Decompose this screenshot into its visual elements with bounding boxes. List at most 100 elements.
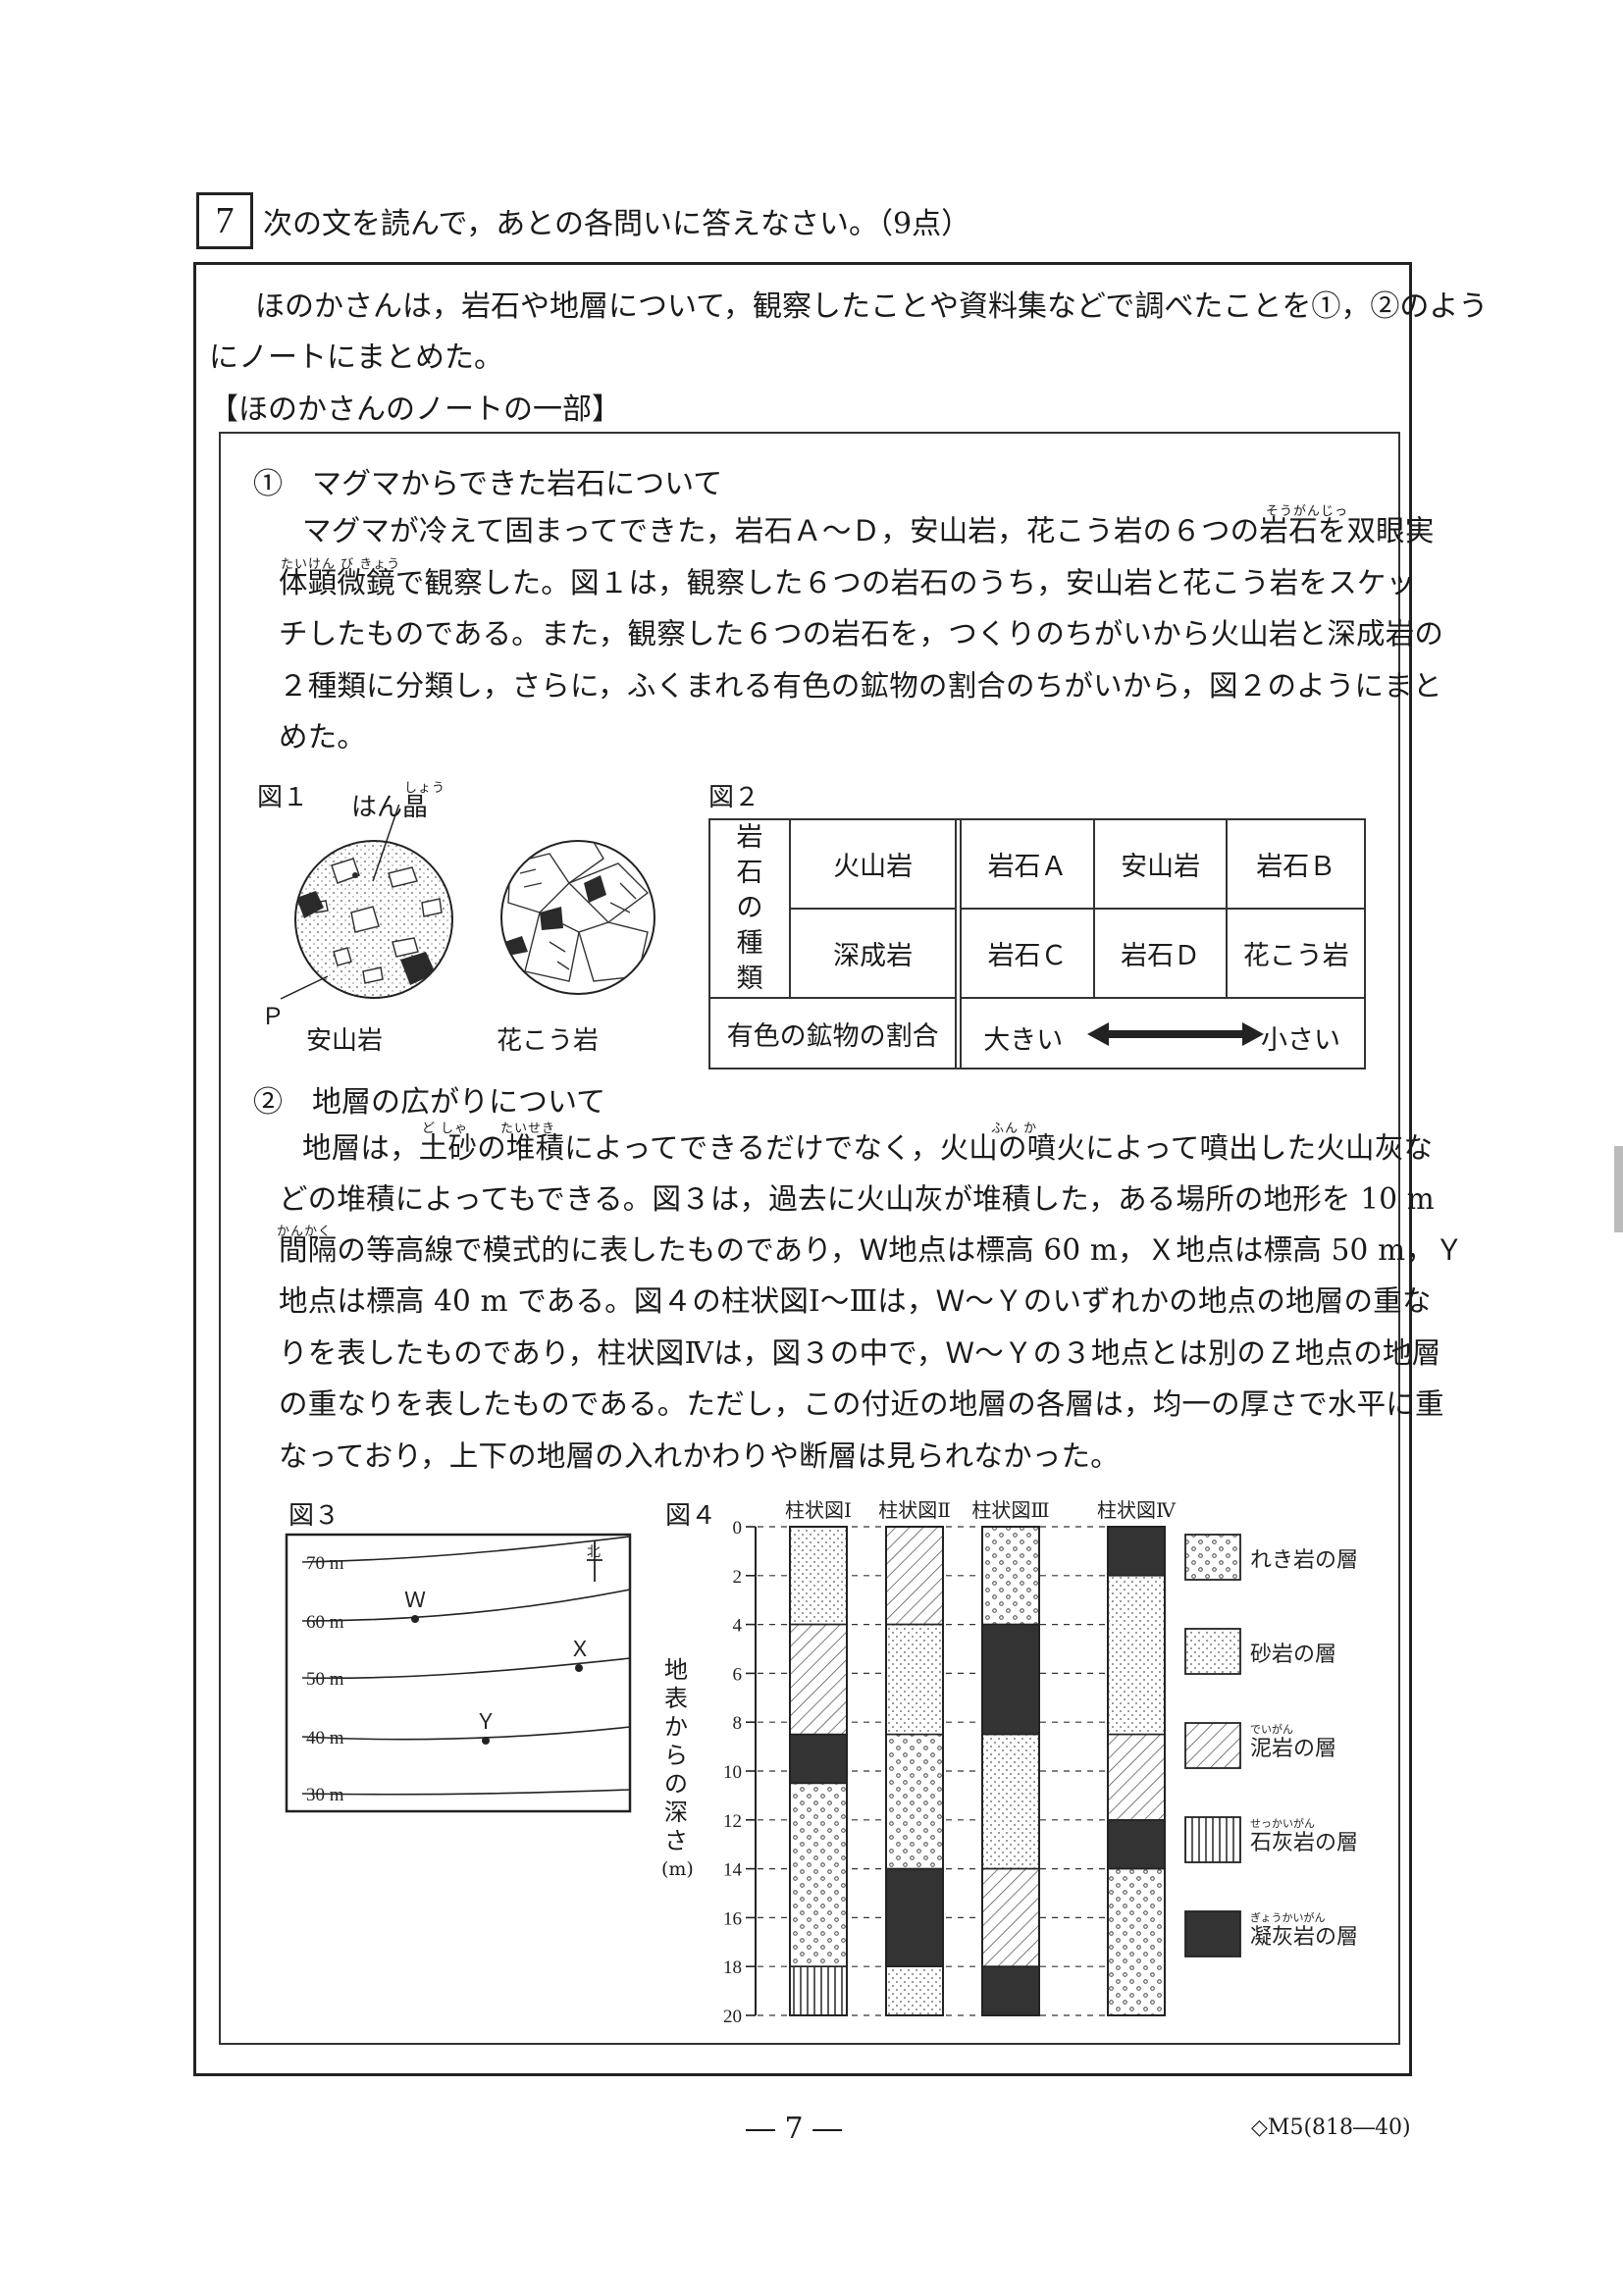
granite-label: 花こう岩 (497, 1026, 600, 1056)
layer-conglomerate (1107, 1867, 1166, 2016)
contour-label-50: 50 m (306, 1669, 344, 1690)
section1-line-4: ２種類に分類し，さらに，ふくまれる有色の鉱物の割合のちがいから，図２のようにまと (279, 669, 1442, 703)
depth-tick-label: 14 (723, 1860, 743, 1881)
legend-ruby: せっかいがん (1250, 1816, 1315, 1830)
column-label: 柱状図Ⅱ (878, 1498, 951, 1522)
layer-limestone (789, 1965, 848, 2016)
layer-sandstone (789, 1526, 848, 1626)
rock-type-header: 岩石の種類 (708, 818, 791, 999)
axis-title-char: さ (664, 1827, 688, 1854)
legend-label: れき岩の層 (1250, 1548, 1358, 1573)
legend-swatch (1184, 1628, 1241, 1675)
layer-sandstone (1107, 1575, 1166, 1736)
granite-sketch (500, 840, 655, 995)
section1-line-3: チしたものである。また，観察した６つの岩石を，つくりのちがいから火山岩と深成岩の (279, 617, 1444, 651)
figure4-columnar-sections: 0 2 4 6 8 10 12 14 16 18 20 柱状図Ⅰ 柱状図Ⅱ 柱状図Ⅲ 柱状図Ⅳ れき岩の層… (723, 1498, 1358, 2027)
rock-a-cell: 岩石Ａ (960, 818, 1095, 910)
axis-title-char: ら (664, 1742, 688, 1769)
intro-line-2: にノートにまとめた。 (209, 340, 503, 375)
figure1-sketches (280, 805, 655, 1000)
ratio-large: 大きい (983, 1025, 1064, 1056)
column-4: 柱状図Ⅳ (1097, 1498, 1177, 2016)
depth-axis: 0 2 4 6 8 10 12 14 16 18 20 (723, 1518, 757, 2027)
contour-label-30: 30 m (306, 1785, 344, 1805)
legend-label: 石灰岩の層 (1250, 1831, 1358, 1855)
column-2: 柱状図Ⅱ (878, 1498, 951, 2016)
column-label: 柱状図Ⅲ (971, 1498, 1049, 1522)
page-number: ― 7 ― (746, 2112, 843, 2146)
section2-line-2: どの堆積によってもできる。図３は，過去に火山灰が堆積した，ある場所の地形を 10… (279, 1182, 1435, 1216)
andesite-cell: 安山岩 (1092, 818, 1229, 910)
figure3-contour-map: 70 m 60 m 50 m 40 m 30 m 北 Ｗ Ｘ Ｙ (285, 1533, 632, 1813)
section2-line-3: 間隔の等高線で模式的に表したものであり，Ｗ地点は標高 60 m，Ｘ地点は標高 5… (279, 1233, 1464, 1267)
plutonic-rock-label: 深成岩 (788, 908, 958, 999)
layer-tuff (885, 1867, 944, 1968)
note-title: 【ほのかさんのノートの一部】 (209, 392, 621, 427)
depth-tick-label: 8 (733, 1713, 743, 1734)
point-y (482, 1737, 490, 1745)
column-3: 柱状図Ⅲ (971, 1498, 1050, 2016)
depth-tick-label: 20 (723, 2007, 742, 2027)
section2-line-6: の重なりを表したものである。ただし，この付近の地層の各層は，均一の厚さで水平に重 (279, 1387, 1444, 1421)
question-instruction: 次の文を読んで，あとの各問いに答えなさい。（9点） (263, 207, 971, 241)
layer-sandstone (885, 1965, 944, 2016)
section2-line-4: 地点は標高 40 m である。図４の柱状図Ⅰ～Ⅲは，Ｗ～Ｙのいずれかの地点の地層… (279, 1284, 1432, 1318)
rock-b-cell: 岩石Ｂ (1226, 818, 1366, 910)
depth-tick-label: 2 (733, 1567, 743, 1588)
legend-swatch (1184, 1910, 1241, 1957)
layer-tuff (1107, 1526, 1166, 1577)
column-1: 柱状図Ⅰ (785, 1498, 852, 2016)
section2-line-1: 地層は，土砂の堆積によってできるだけでなく，火山の噴火によって噴出した火山灰な (302, 1131, 1434, 1165)
depth-tick-label: 0 (733, 1518, 743, 1539)
section2-line-5: りを表したものであり，柱状図Ⅳは，図３の中で，Ｗ～Ｙの３地点とは別のＺ地点の地層 (279, 1336, 1441, 1370)
legend-item-conglomerate: れき岩の層 (1184, 1534, 1358, 1581)
point-w (411, 1615, 419, 1623)
layer-mudstone (789, 1623, 848, 1736)
legend-item-sandstone: 砂岩の層 (1184, 1628, 1336, 1675)
layer-mudstone (885, 1526, 944, 1626)
intro-line-1: ほのかさんは，岩石や地層について，観察したことや資料集などで調べたことを①，②の… (255, 289, 1489, 324)
axis-title-char: 深 (664, 1799, 688, 1826)
contour-label-60: 60 m (306, 1612, 344, 1633)
axis-title-char: 表 (664, 1685, 688, 1712)
section2-title: ② 地層の広がりについて (253, 1085, 606, 1120)
depth-tick-label: 12 (723, 1811, 742, 1832)
point-x (575, 1664, 583, 1672)
legend-label: 泥岩の層 (1250, 1737, 1336, 1761)
legend-label: 砂岩の層 (1250, 1643, 1336, 1667)
mafic-ratio-label: 有色の鉱物の割合 (707, 997, 958, 1070)
mafic-ratio-scale: 大きい 小さい (960, 997, 1366, 1070)
legend-label: 凝灰岩の層 (1250, 1925, 1358, 1950)
contour-label-40: 40 m (306, 1728, 344, 1748)
layer-tuff (981, 1623, 1040, 1736)
contour-label-70: 70 m (306, 1553, 344, 1574)
column-label: 柱状図Ⅰ (785, 1498, 852, 1522)
depth-tick-label: 10 (723, 1762, 742, 1783)
layer-conglomerate (981, 1526, 1040, 1626)
depth-tick-label: 16 (723, 1908, 742, 1929)
column-label: 柱状図Ⅳ (1097, 1498, 1177, 1522)
legend: れき岩の層砂岩の層泥岩の層でいがん石灰岩の層せっかいがん凝灰岩の層ぎょうかいがん (1184, 1534, 1358, 1957)
layer-conglomerate (885, 1733, 944, 1870)
ratio-small: 小さい (1261, 1025, 1340, 1056)
axis-title-char: の (664, 1770, 688, 1798)
layer-sandstone (885, 1623, 944, 1736)
legend-swatch (1184, 1816, 1241, 1863)
point-x-label: Ｘ (569, 1638, 591, 1662)
axis-title-char: か (664, 1713, 688, 1741)
double-arrow-icon (1087, 1022, 1265, 1046)
point-w-label: Ｗ (404, 1589, 426, 1613)
legend-swatch (1184, 1722, 1241, 1769)
depth-tick-label: 6 (733, 1664, 743, 1685)
legend-ruby: ぎょうかいがん (1250, 1910, 1325, 1924)
volcanic-rock-label: 火山岩 (788, 818, 958, 910)
point-y-label: Ｙ (475, 1710, 497, 1735)
section1-line-2: 体顕微鏡で観察した。図１は，観察した６つの岩石のうち，安山岩と花こう岩をスケッ (279, 566, 1416, 600)
axis-title-char: (m) (661, 1858, 694, 1880)
figure2-label: 図２ (708, 783, 760, 812)
rock-c-cell: 岩石Ｃ (960, 908, 1095, 999)
section1-title: ① マグマからできた岩石について (253, 467, 723, 501)
document-code: ◇M5(818―40) (1251, 2115, 1411, 2140)
layer-conglomerate (789, 1782, 848, 1968)
layer-sandstone (981, 1733, 1040, 1870)
